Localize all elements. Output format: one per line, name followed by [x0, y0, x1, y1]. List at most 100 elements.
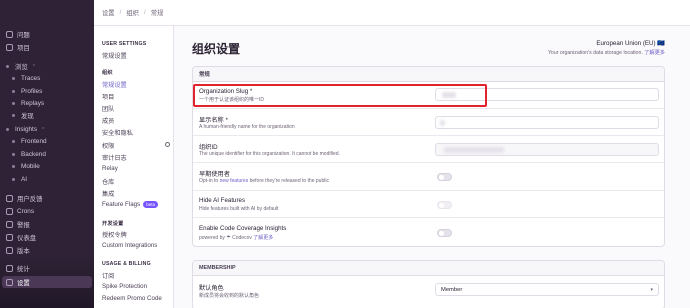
dashboards-icon — [6, 234, 13, 241]
sidebar-item-relay[interactable]: Relay — [102, 165, 118, 172]
nav-label: 版本 — [17, 248, 30, 255]
org-id-row: 组织ID The unique identifier for this orga… — [193, 135, 664, 162]
bullet-icon — [12, 90, 15, 93]
nav-item-insights[interactable]: Insights ⌃ — [6, 124, 45, 135]
nav-item-releases[interactable]: 版本 — [6, 245, 30, 256]
nav-label: 项目 — [17, 45, 30, 52]
code-coverage-description: powered by ☂ Codecov 了解更多 — [199, 234, 273, 241]
sidebar-item-repos[interactable]: 仓库 — [102, 177, 114, 186]
sidebar-item-redeem-promo[interactable]: Redeem Promo Code — [102, 295, 162, 302]
beta-badge: beta — [143, 201, 158, 208]
nav-label: 浏览 — [15, 64, 28, 71]
sidebar-heading-billing: USAGE & BILLING — [102, 261, 151, 267]
nav-item-explore[interactable]: 浏览 ⌃ — [6, 61, 36, 72]
nav-item-dashboards[interactable]: 仪表盘 — [6, 232, 36, 243]
nav-item-settings[interactable]: 设置 — [6, 277, 30, 288]
nav-item-frontend[interactable]: Frontend — [12, 136, 47, 147]
hide-ai-toggle[interactable] — [437, 201, 452, 209]
settings-sidebar: USER SETTINGS 常规设置 组织 常规设置 项目 团队 成员 安全和隐… — [94, 26, 174, 308]
nav-item-backend[interactable]: Backend — [12, 149, 46, 160]
region-learn-more-link[interactable]: 了解更多 — [644, 50, 665, 56]
nav-item-mobile[interactable]: Mobile — [12, 161, 40, 172]
nav-label: 问题 — [17, 32, 30, 39]
sidebar-heading-org: 组织 — [102, 70, 113, 76]
sidebar-item-audit-log[interactable]: 审计日志 — [102, 153, 127, 162]
org-id-label: 组织ID — [199, 144, 218, 151]
insights-icon — [6, 128, 9, 131]
code-coverage-row: Enable Code Coverage Insights powered by… — [193, 217, 664, 247]
nav-label: 发现 — [21, 113, 34, 120]
nav-item-profiles[interactable]: Profiles — [12, 86, 42, 97]
panel-heading-membership: MEMBERSHIP — [193, 261, 664, 276]
stats-icon — [6, 265, 13, 272]
chevron-down-icon: ▾ — [650, 287, 653, 293]
sidebar-item-spike-protection[interactable]: Spike Protection — [102, 283, 147, 290]
nav-item-projects[interactable]: 项目 — [6, 42, 30, 53]
nav-item-issues[interactable]: 问题 — [6, 29, 30, 40]
sidebar-item-subscription[interactable]: 订阅 — [102, 271, 114, 280]
sidebar-item-integrations[interactable]: 集成 — [102, 189, 114, 198]
redacted-value — [444, 147, 504, 153]
codecov-brand: Codecov — [232, 235, 252, 241]
new-features-link[interactable]: new features — [220, 178, 249, 184]
nav-label: Backend — [21, 151, 46, 158]
sidebar-item-projects[interactable]: 项目 — [102, 92, 114, 101]
membership-panel: MEMBERSHIP 默认角色 新成员将会收到的默认角色 Member ▾ — [192, 260, 665, 308]
codecov-icon: ☂ — [226, 235, 231, 241]
bullet-icon — [12, 77, 15, 80]
sidebar-item-user-general[interactable]: 常规设置 — [102, 51, 127, 60]
nav-label: Mobile — [21, 163, 40, 170]
chevron-up-icon: ⌃ — [41, 126, 46, 133]
early-desc-text: Opt-in to — [199, 178, 219, 184]
nav-item-traces[interactable]: Traces — [12, 73, 40, 84]
nav-label: 统计 — [17, 266, 30, 273]
org-id-description: The unique identifier for this organizat… — [199, 151, 340, 157]
main-content: 组织设置 European Union (EU) 🇪🇺 Your organiz… — [174, 26, 690, 308]
data-region-description: Your organization's data storage locatio… — [548, 49, 665, 56]
coverage-desc-text: powered by — [199, 235, 225, 241]
sidebar-item-auth-tokens[interactable]: 授权令牌 — [102, 230, 127, 239]
breadcrumb-organization[interactable]: 组织 — [126, 8, 139, 17]
bullet-icon — [12, 178, 15, 181]
nav-item-discover[interactable]: 发现 — [12, 110, 34, 121]
nav-item-ai[interactable]: AI — [12, 174, 27, 185]
sidebar-item-members[interactable]: 成员 — [102, 116, 114, 125]
sidebar-item-teams[interactable]: 团队 — [102, 104, 114, 113]
sidebar-item-custom-integrations[interactable]: Custom Integrations — [102, 242, 157, 249]
sidebar-item-general[interactable]: 常规设置 — [102, 80, 127, 89]
sidebar-item-feature-flags[interactable]: Feature Flags beta — [102, 201, 158, 208]
nav-item-alerts[interactable]: 警报 — [6, 219, 30, 230]
nav-item-replays[interactable]: Replays — [12, 98, 44, 109]
sidebar-item-permissions[interactable]: 权限 — [102, 141, 114, 150]
coverage-learn-more-link[interactable]: 了解更多 — [253, 235, 273, 241]
bullet-icon — [12, 114, 15, 117]
org-id-input — [435, 143, 659, 156]
breadcrumb-settings[interactable]: 设置 — [102, 8, 115, 17]
name-input[interactable] — [435, 116, 659, 129]
bullet-icon — [12, 102, 15, 105]
sidebar-item-label: Feature Flags — [102, 201, 141, 209]
name-label: 显示名称 * — [199, 117, 228, 124]
redacted-value — [440, 120, 445, 126]
early-adopter-label: 早期使用者 — [199, 171, 230, 178]
nav-item-user-feedback[interactable]: 用户反馈 — [6, 193, 43, 204]
early-adopter-description: Opt-in to new features before they're re… — [199, 178, 329, 184]
default-role-select[interactable]: Member ▾ — [435, 283, 659, 296]
sidebar-item-security-privacy[interactable]: 安全和隐私 — [102, 128, 133, 137]
default-role-row: 默认角色 新成员将会收到的默认角色 Member ▾ — [193, 276, 664, 308]
hide-ai-label: Hide AI Features — [199, 197, 246, 204]
nav-item-crons[interactable]: Crons — [6, 206, 34, 217]
nav-label: Insights — [15, 126, 38, 133]
hide-ai-row: Hide AI Features Hide features built wit… — [193, 190, 664, 217]
nav-item-stats[interactable]: 统计 — [6, 263, 30, 274]
nav-label: 设置 — [17, 280, 30, 287]
region-desc-text: Your organization's data storage locatio… — [547, 50, 643, 56]
bullet-icon — [12, 140, 15, 143]
code-coverage-toggle[interactable] — [437, 229, 452, 237]
explore-icon — [6, 65, 9, 68]
info-icon — [165, 142, 170, 147]
breadcrumb-general[interactable]: 常规 — [151, 8, 164, 17]
default-role-label: 默认角色 — [199, 285, 224, 292]
early-adopter-toggle[interactable] — [437, 173, 452, 181]
breadcrumb: 设置 / 组织 / 常规 — [94, 0, 690, 26]
